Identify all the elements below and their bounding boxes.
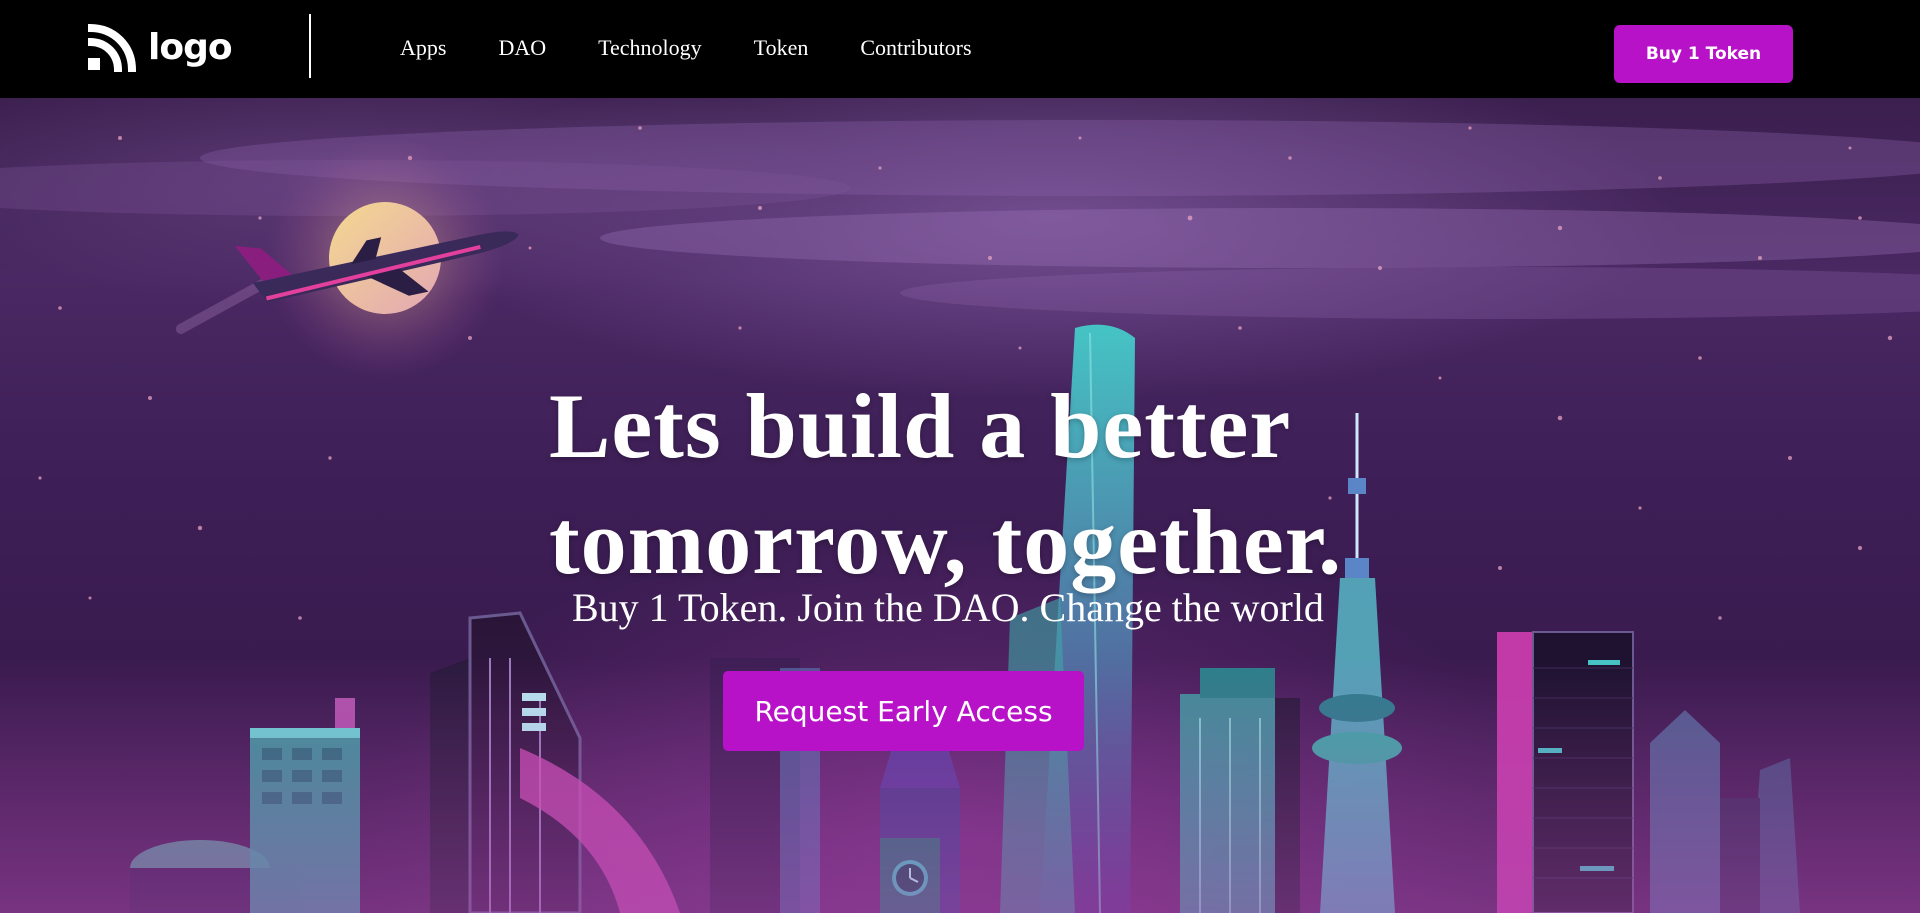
logo[interactable]: logo xyxy=(88,24,233,72)
main-nav: Apps DAO Technology Token Contributors xyxy=(400,34,972,62)
nav-link-token[interactable]: Token xyxy=(754,34,809,62)
hero-subheadline: Buy 1 Token. Join the DAO. Change the wo… xyxy=(572,585,1324,630)
nav-divider xyxy=(309,14,311,78)
page: logo Apps DAO Technology Token Contribut… xyxy=(0,0,1920,913)
top-nav-bar: logo Apps DAO Technology Token Contribut… xyxy=(0,0,1920,98)
nav-link-technology[interactable]: Technology xyxy=(598,34,702,62)
nav-link-contributors[interactable]: Contributors xyxy=(860,34,971,62)
hero-headline-line-1: Lets build a better xyxy=(549,375,1292,477)
logo-text: logo xyxy=(148,27,233,68)
request-early-access-button[interactable]: Request Early Access xyxy=(723,671,1084,751)
hero-headline-line-2: tomorrow, together. xyxy=(549,491,1343,593)
nav-link-apps[interactable]: Apps xyxy=(400,34,446,62)
logo-icon xyxy=(88,24,136,72)
buy-token-button[interactable]: Buy 1 Token xyxy=(1614,25,1793,83)
nav-link-dao[interactable]: DAO xyxy=(498,34,546,62)
hero-section: Lets build a better tomorrow, together. … xyxy=(0,98,1920,913)
hero-headline: Lets build a better tomorrow, together. xyxy=(549,368,1429,600)
